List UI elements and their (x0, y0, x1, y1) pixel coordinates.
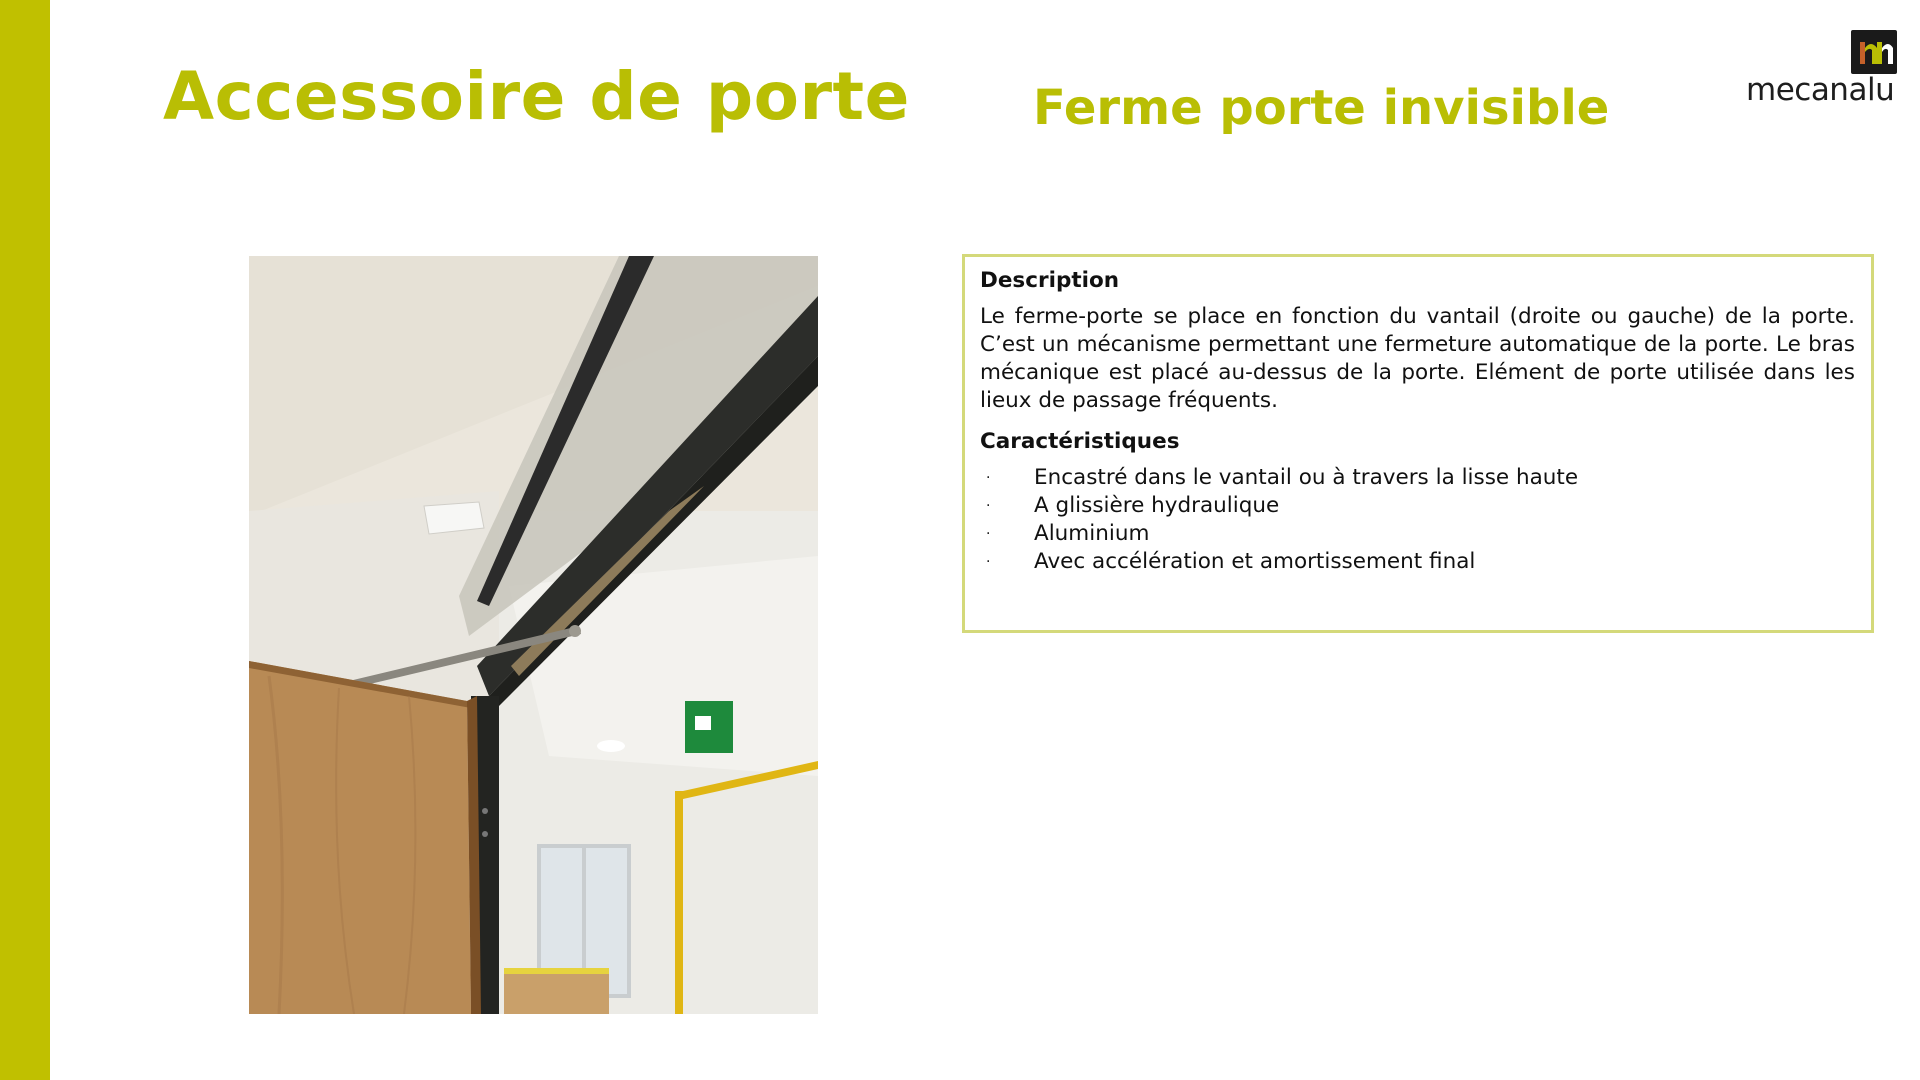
list-item: · Aluminium (980, 520, 1855, 548)
accent-side-bar (0, 0, 50, 1080)
page-subtitle: Ferme porte invisible (1033, 80, 1610, 136)
list-item: · Avec accélération et amortissement fin… (980, 548, 1855, 576)
bullet-icon: · (986, 470, 991, 486)
description-text: Le ferme-porte se place en fonction du v… (980, 304, 1855, 413)
feature-text: A glissière hydraulique (1034, 493, 1280, 518)
description-heading: Description (980, 268, 1120, 293)
bullet-icon: · (986, 498, 991, 514)
bullet-icon: · (986, 554, 991, 570)
page-title: Accessoire de porte (163, 58, 910, 135)
list-item: · A glissière hydraulique (980, 492, 1855, 520)
door-closer-photo (249, 256, 818, 1014)
logo-wordmark-text: mecanalu (1746, 72, 1895, 108)
bullet-icon: · (986, 526, 991, 542)
feature-text: Encastré dans le vantail ou à travers la… (1034, 465, 1579, 490)
mecanalu-logo-icon (1851, 30, 1897, 74)
list-item: · Encastré dans le vantail ou à travers … (980, 464, 1855, 492)
features-list: · Encastré dans le vantail ou à travers … (980, 464, 1855, 576)
logo-wordmark: mecanalu (1746, 72, 1895, 108)
feature-text: Avec accélération et amortissement final (1034, 549, 1476, 574)
feature-text: Aluminium (1034, 521, 1150, 546)
features-heading: Caractéristiques (980, 429, 1180, 454)
description-box: Description Le ferme-porte se place en f… (962, 254, 1874, 633)
mecanalu-logo: mecanalu (1728, 22, 1918, 112)
